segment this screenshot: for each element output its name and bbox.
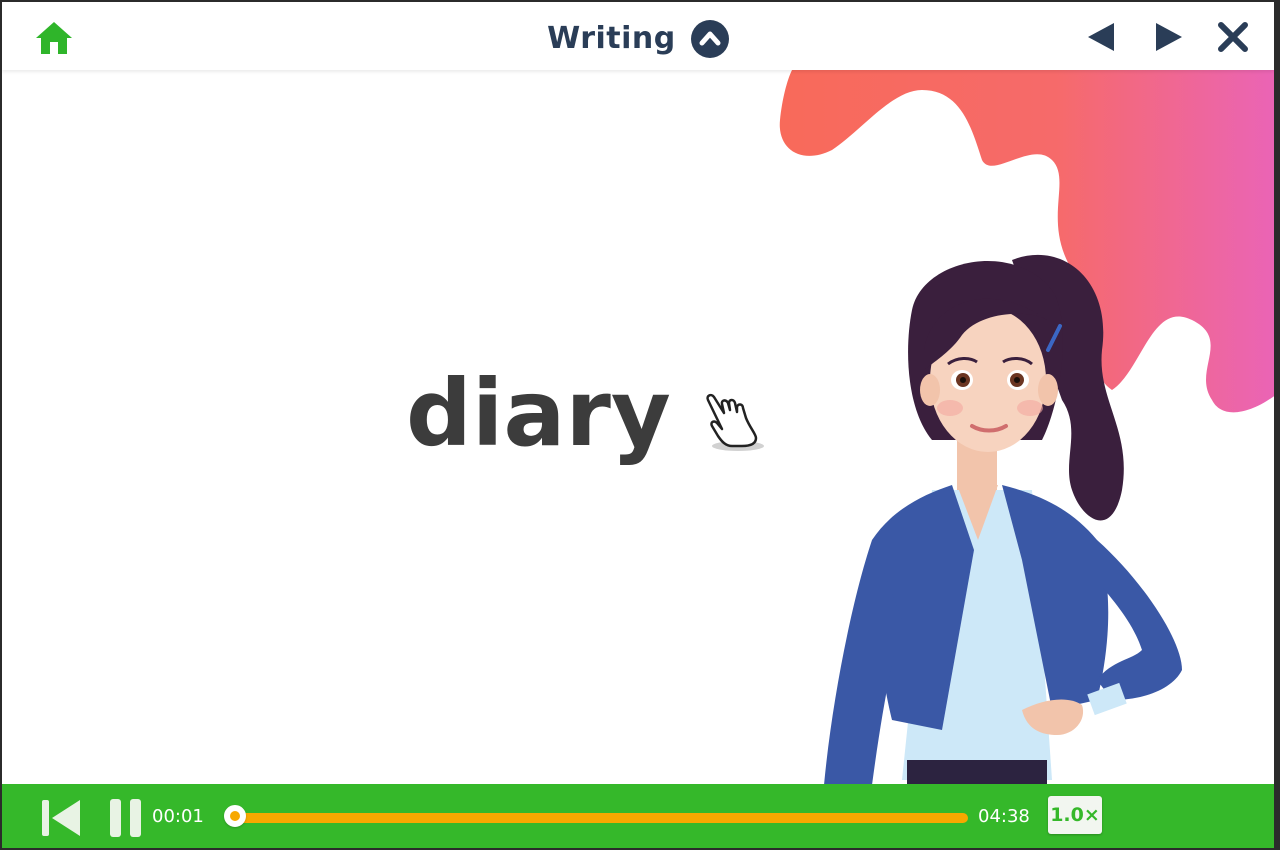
previous-button[interactable] — [1084, 20, 1118, 54]
progress-bar[interactable] — [223, 805, 968, 827]
close-button[interactable] — [1216, 20, 1250, 54]
lesson-title: Writing — [547, 20, 676, 56]
media-player-bar: 00:01 04:38 1.0× — [2, 784, 1274, 848]
lesson-stage: diary — [2, 70, 1274, 784]
current-time: 00:01 — [152, 806, 204, 827]
playback-speed-button[interactable]: 1.0× — [1048, 796, 1102, 834]
pause-button[interactable] — [106, 797, 146, 839]
hand-pointer-icon — [706, 393, 764, 451]
pause-icon — [110, 799, 141, 837]
total-time: 04:38 — [978, 806, 1030, 827]
app-window: Writing diary 00:01 04:38 1.0× — [0, 0, 1280, 850]
vocabulary-word: diary — [406, 360, 671, 467]
top-bar: Writing — [2, 2, 1274, 70]
teacher-illustration — [824, 254, 1182, 784]
progress-handle[interactable] — [223, 805, 246, 827]
restart-button[interactable] — [40, 798, 82, 838]
title-toggle-button[interactable] — [690, 19, 729, 58]
close-icon — [1218, 22, 1248, 52]
next-button[interactable] — [1152, 20, 1186, 54]
chevron-up-icon — [699, 31, 721, 45]
triangle-right-icon — [1156, 23, 1182, 51]
triangle-left-icon — [1088, 23, 1114, 51]
skip-back-icon — [42, 800, 80, 836]
